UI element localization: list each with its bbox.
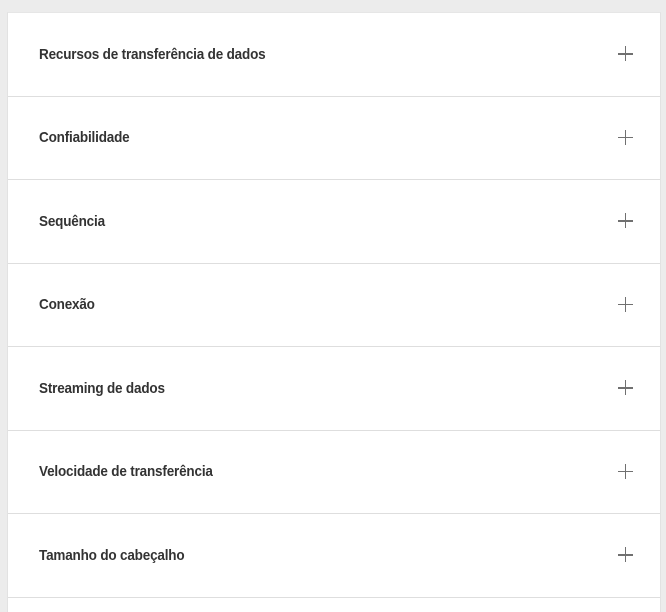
accordion-item-connection[interactable]: Conexão	[8, 264, 660, 347]
accordion-item-label: Streaming de dados	[39, 379, 165, 397]
accordion-item-label: Sequência	[39, 212, 105, 230]
accordion-item-transfer-speed[interactable]: Velocidade de transferência	[8, 431, 660, 514]
plus-icon[interactable]	[618, 296, 634, 313]
plus-icon[interactable]	[618, 213, 634, 229]
accordion-item-label: Confiabilidade	[39, 129, 130, 147]
plus-icon[interactable]	[618, 547, 634, 563]
plus-icon[interactable]	[618, 463, 634, 480]
accordion-item-reliability[interactable]: Confiabilidade	[8, 97, 660, 180]
accordion-item-label: Velocidade de transferência	[39, 463, 213, 481]
accordion-item-data-transfer-features[interactable]: Recursos de transferência de dados	[8, 13, 660, 97]
plus-icon[interactable]	[618, 46, 634, 62]
accordion-item-label: Conexão	[39, 296, 95, 314]
plus-icon[interactable]	[618, 129, 634, 146]
accordion-item-sequence[interactable]: Sequência	[8, 180, 660, 264]
accordion-panel: Recursos de transferência de dados Confi…	[7, 12, 661, 612]
accordion-item-header-size[interactable]: Tamanho do cabeçalho	[8, 514, 660, 598]
accordion-item-data-streaming[interactable]: Streaming de dados	[8, 347, 660, 431]
plus-icon[interactable]	[618, 380, 634, 396]
accordion-item-label: Tamanho do cabeçalho	[39, 546, 185, 564]
accordion-item-label: Recursos de transferência de dados	[39, 45, 266, 63]
